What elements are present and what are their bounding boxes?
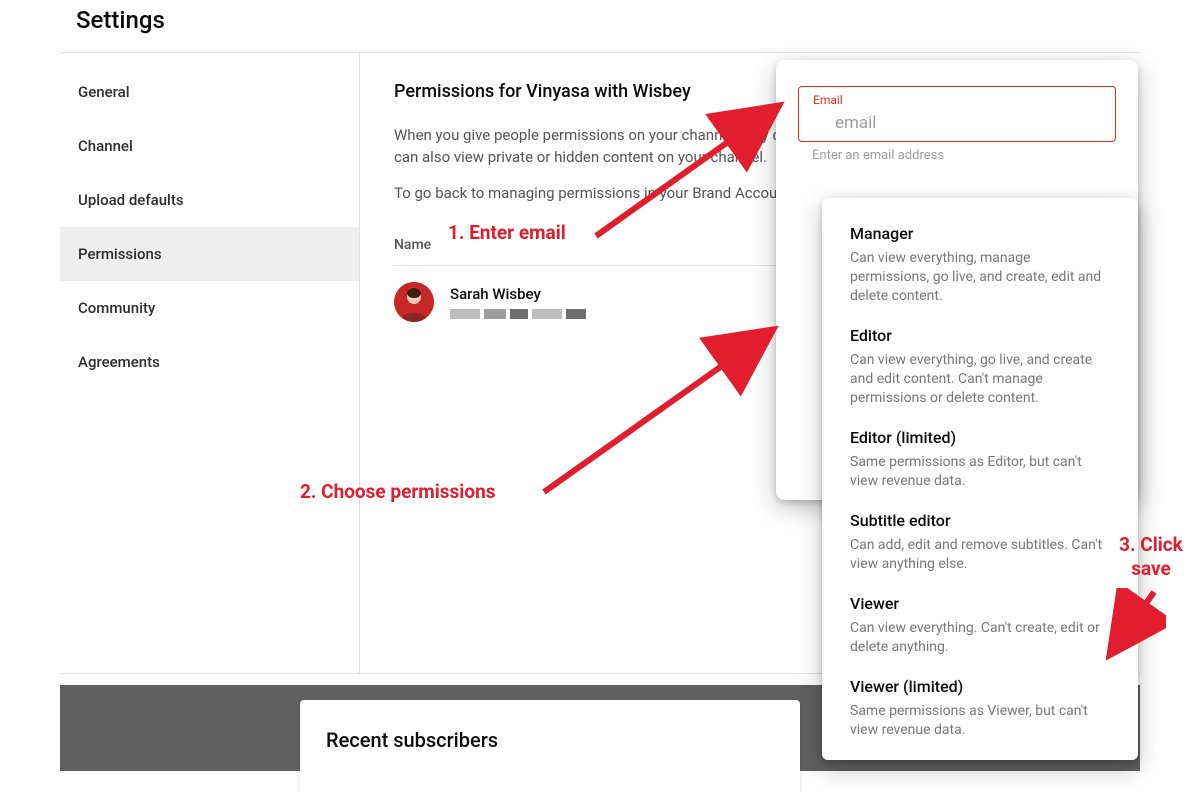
recent-subscribers-title: Recent subscribers <box>326 728 774 752</box>
role-option-manager[interactable]: Manager Can view everything, manage perm… <box>822 202 1138 308</box>
role-desc: Can view everything, go live, and create… <box>850 351 1110 408</box>
role-title: Manager <box>850 224 1110 243</box>
role-desc: Can view everything. Can't create, edit … <box>850 619 1110 657</box>
column-name: Name <box>394 237 431 253</box>
sidebar-item-upload-defaults[interactable]: Upload defaults <box>60 173 359 227</box>
email-field-label: Email <box>813 93 843 107</box>
settings-sidebar: General Channel Upload defaults Permissi… <box>60 53 360 673</box>
recent-subscribers-card: Recent subscribers <box>300 700 800 792</box>
sidebar-item-community[interactable]: Community <box>60 281 359 335</box>
arrow-icon <box>1106 588 1166 662</box>
role-option-viewer[interactable]: Viewer Can view everything. Can't create… <box>822 576 1138 659</box>
sidebar-item-agreements[interactable]: Agreements <box>60 335 359 389</box>
role-desc: Can view everything, manage permissions,… <box>850 249 1110 306</box>
annotation-step1: 1. Enter email <box>448 221 566 244</box>
sidebar-item-channel[interactable]: Channel <box>60 119 359 173</box>
role-option-editor-limited[interactable]: Editor (limited) Same permissions as Edi… <box>822 410 1138 493</box>
arrow-icon <box>540 322 784 504</box>
role-title: Viewer <box>850 594 1110 613</box>
sidebar-item-permissions[interactable]: Permissions <box>60 227 359 281</box>
role-title: Viewer (limited) <box>850 677 1110 696</box>
role-title: Editor (limited) <box>850 428 1110 447</box>
role-option-viewer-limited[interactable]: Viewer (limited) Same permissions as Vie… <box>822 659 1138 742</box>
avatar <box>394 282 434 322</box>
email-field-placeholder: email <box>835 113 876 133</box>
user-email-redacted <box>450 309 586 319</box>
annotation-step2: 2. Choose permissions <box>300 480 495 503</box>
role-option-editor[interactable]: Editor Can view everything, go live, and… <box>822 308 1138 410</box>
email-field[interactable]: Email email <box>798 86 1116 142</box>
role-title: Subtitle editor <box>850 511 1110 530</box>
annotation-step3: 3. Click save <box>1102 533 1200 581</box>
user-info: Sarah Wisbey <box>450 285 586 319</box>
role-desc: Same permissions as Editor, but can't vi… <box>850 453 1110 491</box>
user-name: Sarah Wisbey <box>450 285 586 303</box>
email-field-hint: Enter an email address <box>798 148 1116 163</box>
role-option-subtitle-editor[interactable]: Subtitle editor Can add, edit and remove… <box>822 493 1138 576</box>
role-title: Editor <box>850 326 1110 345</box>
role-desc: Can add, edit and remove subtitles. Can'… <box>850 536 1110 574</box>
sidebar-item-general[interactable]: General <box>60 65 359 119</box>
role-desc: Same permissions as Viewer, but can't vi… <box>850 702 1110 740</box>
page-title: Settings <box>0 0 1200 52</box>
arrow-icon <box>592 98 792 250</box>
role-select-menu: Manager Can view everything, manage perm… <box>822 198 1138 760</box>
